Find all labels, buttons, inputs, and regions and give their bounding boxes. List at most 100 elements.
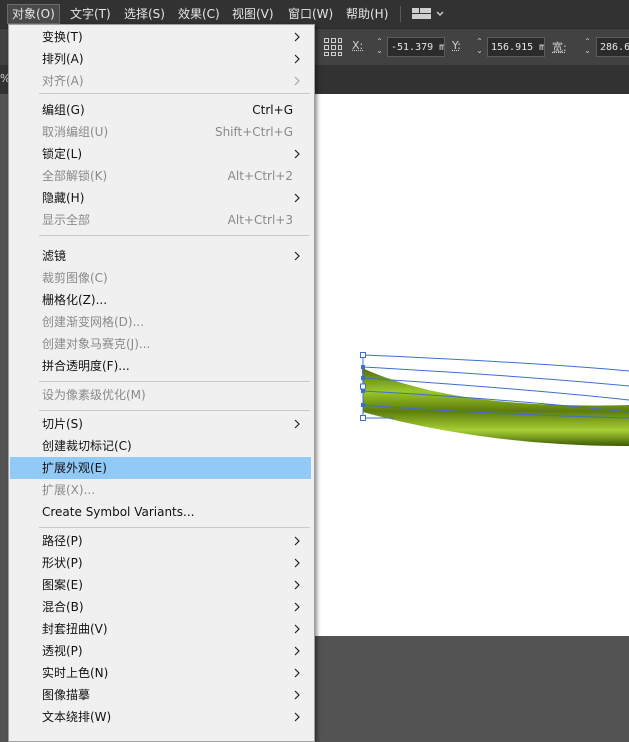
- menu-item-label: 编组(G): [42, 103, 85, 117]
- menu-item-pixel-perfect[interactable]: 设为像素级优化(M): [10, 384, 311, 406]
- artwork-layer: [360, 352, 629, 446]
- menu-item-align[interactable]: 对齐(A): [10, 70, 311, 92]
- menu-item-label: 取消编组(U): [42, 125, 109, 139]
- menu-object[interactable]: 对象(O): [7, 4, 60, 24]
- menu-item-label: 文本绕排(W): [42, 710, 112, 724]
- menu-item-label: 图像描摹: [42, 688, 91, 702]
- menu-item-label: 路径(P): [42, 534, 83, 548]
- menu-view[interactable]: 视图(V): [228, 5, 278, 23]
- menu-item-label: 裁剪图像(C): [42, 271, 108, 285]
- menu-item-show-all[interactable]: 显示全部 Alt+Ctrl+3: [10, 209, 311, 231]
- menu-item-ungroup[interactable]: 取消编组(U) Shift+Ctrl+G: [10, 121, 311, 143]
- menu-item-label: 隐藏(H): [42, 191, 85, 205]
- menu-item-perspective[interactable]: 透视(P): [10, 640, 311, 662]
- submenu-arrow-icon: [294, 193, 300, 203]
- submenu-arrow-icon: [294, 624, 300, 634]
- menu-select[interactable]: 选择(S): [120, 5, 169, 23]
- menu-item-flatten-transparency[interactable]: 拼合透明度(F)...: [10, 355, 311, 377]
- y-input[interactable]: 156.915 m: [487, 37, 545, 57]
- menu-item-pattern[interactable]: 图案(E): [10, 574, 311, 596]
- submenu-arrow-icon: [294, 602, 300, 612]
- submenu-arrow-icon: [294, 712, 300, 722]
- menu-item-blend[interactable]: 混合(B): [10, 596, 311, 618]
- menu-separator: [39, 235, 310, 236]
- submenu-arrow-icon: [294, 558, 300, 568]
- menu-item-label: 变换(T): [42, 30, 83, 44]
- menu-item-label: 透视(P): [42, 644, 83, 658]
- menu-item-unlock-all[interactable]: 全部解锁(K) Alt+Ctrl+2: [10, 165, 311, 187]
- menu-item-slice[interactable]: 切片(S): [10, 413, 311, 435]
- menu-item-expand[interactable]: 扩展(X)...: [10, 479, 311, 501]
- menu-item-label: Create Symbol Variants...: [42, 505, 195, 519]
- menu-item-hide[interactable]: 隐藏(H): [10, 187, 311, 209]
- submenu-arrow-icon: [294, 690, 300, 700]
- menu-item-envelope-distort[interactable]: 封套扭曲(V): [10, 618, 311, 640]
- menu-item-label: 扩展(X)...: [42, 483, 96, 497]
- menu-type[interactable]: 文字(T): [66, 5, 115, 23]
- menu-help[interactable]: 帮助(H): [342, 5, 392, 23]
- menu-item-create-object-mosaic[interactable]: 创建对象马赛克(J)...: [10, 333, 311, 355]
- menu-item-label: 形状(P): [42, 556, 83, 570]
- submenu-arrow-icon: [294, 54, 300, 64]
- submenu-arrow-icon: [294, 646, 300, 656]
- menu-item-lock[interactable]: 锁定(L): [10, 143, 311, 165]
- reference-point-icon[interactable]: [323, 37, 343, 57]
- x-stepper[interactable]: ⌃ ⌄: [373, 37, 386, 57]
- menu-separator: [39, 93, 310, 94]
- menu-item-label: 设为像素级优化(M): [42, 388, 146, 402]
- submenu-arrow-icon: [294, 419, 300, 429]
- menu-item-create-symbol-variants[interactable]: Create Symbol Variants...: [10, 501, 311, 523]
- width-input[interactable]: 286.6: [596, 37, 629, 57]
- submenu-arrow-icon: [294, 32, 300, 42]
- y-label: Y:: [452, 39, 461, 52]
- menu-item-label: 对齐(A): [42, 74, 84, 88]
- width-label: 宽:: [552, 41, 567, 54]
- menu-item-group[interactable]: 编组(G) Ctrl+G: [10, 99, 311, 121]
- menu-item-live-paint[interactable]: 实时上色(N): [10, 662, 311, 684]
- submenu-arrow-icon: [294, 580, 300, 590]
- menu-item-path[interactable]: 路径(P): [10, 530, 311, 552]
- menu-item-shortcut: Alt+Ctrl+3: [227, 213, 293, 227]
- workspace-switcher[interactable]: [406, 4, 446, 24]
- menu-item-label: 拼合透明度(F)...: [42, 359, 130, 373]
- submenu-arrow-icon: [294, 536, 300, 546]
- menu-item-rasterize[interactable]: 栅格化(Z)...: [10, 289, 311, 311]
- menu-item-image-trace[interactable]: 图像描摹: [10, 684, 311, 706]
- menu-separator: [39, 527, 310, 528]
- menubar-divider: [400, 6, 401, 22]
- menu-item-label: 滤镜: [42, 249, 67, 263]
- menu-item-label: 全部解锁(K): [42, 169, 108, 183]
- object-menu-dropdown: 变换(T) 排列(A) 对齐(A) 编组(G) Ctrl+G 取消编组(U) Shi…: [8, 24, 315, 742]
- menu-item-text-wrap[interactable]: 文本绕排(W): [10, 706, 311, 728]
- menu-separator: [39, 381, 310, 382]
- menu-window[interactable]: 窗口(W): [284, 5, 337, 23]
- y-stepper[interactable]: ⌃ ⌄: [473, 37, 486, 57]
- x-label: X:: [352, 39, 364, 52]
- menu-item-label: 创建渐变网格(D)...: [42, 315, 145, 329]
- menu-item-label: 锁定(L): [42, 147, 83, 161]
- green-leaf-shape[interactable]: [362, 368, 629, 446]
- menu-item-arrange[interactable]: 排列(A): [10, 48, 311, 70]
- menu-item-shortcut: Shift+Ctrl+G: [214, 125, 293, 139]
- menu-item-shortcut: Ctrl+G: [252, 103, 293, 117]
- menu-item-label: 封套扭曲(V): [42, 622, 108, 636]
- menu-item-crop-image[interactable]: 裁剪图像(C): [10, 267, 311, 289]
- menu-item-label: 图案(E): [42, 578, 83, 592]
- menu-item-expand-appearance[interactable]: 扩展外观(E): [10, 457, 311, 479]
- menu-item-label: 创建裁切标记(C): [42, 439, 132, 453]
- submenu-arrow-icon: [294, 668, 300, 678]
- menu-item-create-trim-marks[interactable]: 创建裁切标记(C): [10, 435, 311, 457]
- menu-item-label: 创建对象马赛克(J)...: [42, 337, 151, 351]
- menu-item-shortcut: Alt+Ctrl+2: [227, 169, 293, 183]
- width-stepper[interactable]: ⌃ ⌄: [581, 37, 594, 57]
- x-input[interactable]: -51.379 m: [387, 37, 445, 57]
- menu-item-label: 混合(B): [42, 600, 84, 614]
- menu-item-label: 排列(A): [42, 52, 84, 66]
- menu-item-filters[interactable]: 滤镜: [10, 245, 311, 267]
- menu-item-label: 扩展外观(E): [42, 461, 107, 475]
- menu-item-transform[interactable]: 变换(T): [10, 26, 311, 48]
- menu-effect[interactable]: 效果(C): [174, 5, 224, 23]
- menu-item-shape[interactable]: 形状(P): [10, 552, 311, 574]
- submenu-arrow-icon: [294, 149, 300, 159]
- menu-item-create-gradient-mesh[interactable]: 创建渐变网格(D)...: [10, 311, 311, 333]
